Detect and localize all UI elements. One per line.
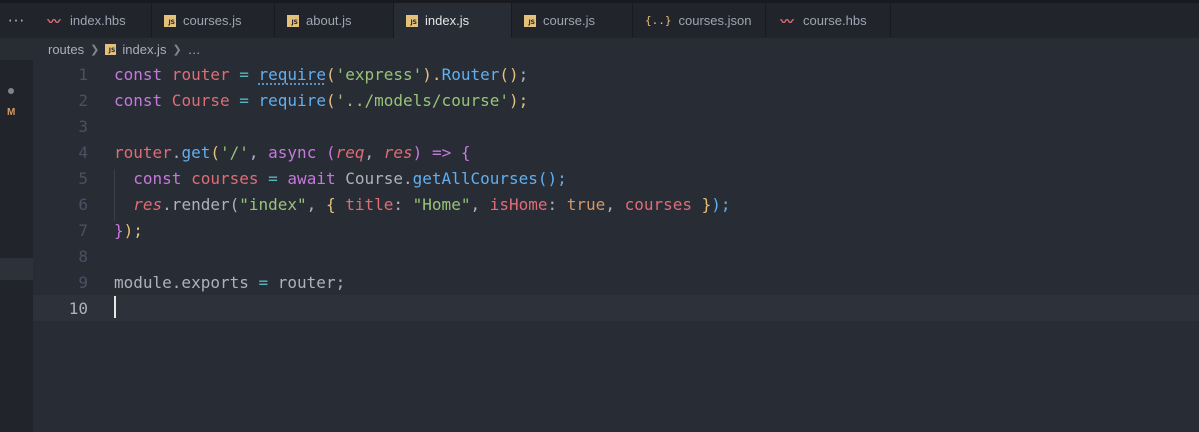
code-line[interactable]: 3	[33, 113, 1199, 139]
line-number: 3	[78, 116, 88, 136]
handlebars-icon: 〰	[47, 15, 61, 30]
breadcrumb-folder[interactable]: routes	[48, 42, 84, 57]
dot-icon	[8, 88, 14, 94]
code-line[interactable]: 1 const router = require('express').Rout…	[33, 61, 1199, 87]
line-number: 7	[78, 220, 88, 240]
line-number: 10	[68, 298, 88, 318]
js-file-icon: JS	[105, 43, 117, 55]
js-file-icon: JS	[287, 14, 299, 27]
breadcrumb-file[interactable]: index.js	[122, 42, 166, 57]
code-editor[interactable]: 1 const router = require('express').Rout…	[33, 61, 1199, 432]
code-line[interactable]: 7 });	[33, 217, 1199, 243]
js-file-icon: JS	[524, 14, 536, 27]
text-cursor	[114, 296, 116, 318]
breadcrumb: routes ❯ JS index.js ❯ …	[0, 38, 1199, 60]
line-code: module.exports = router;	[114, 272, 346, 292]
line-code: router.get('/', async (req, res) => {	[114, 142, 471, 162]
tab-course-js[interactable]: JS course.js	[512, 3, 633, 38]
tab-bar: ··· 〰 index.hbs JS courses.js JS about.j…	[0, 3, 1199, 38]
line-code: const router = require('express').Router…	[114, 64, 529, 84]
code-line[interactable]: 2 const Course = require('../models/cour…	[33, 87, 1199, 113]
tab-label: index.js	[425, 13, 470, 28]
tab-courses-js[interactable]: JS courses.js	[152, 3, 275, 38]
tab-label: about.js	[306, 13, 352, 28]
tab-bar-empty-area	[891, 3, 1199, 38]
js-file-icon: JS	[406, 14, 418, 27]
code-line[interactable]: 6 res.render("index", { title: "Home", i…	[33, 191, 1199, 217]
more-actions-icon[interactable]: ···	[0, 3, 33, 38]
tab-label: course.hbs	[803, 13, 867, 28]
tab-index-hbs[interactable]: 〰 index.hbs	[33, 3, 152, 38]
tab-label: courses.json	[678, 13, 752, 28]
code-line[interactable]: 5 const courses = await Course.getAllCou…	[33, 165, 1199, 191]
line-number: 2	[78, 90, 88, 110]
line-number: 8	[78, 246, 88, 266]
code-line[interactable]: 9 module.exports = router;	[33, 269, 1199, 295]
chevron-right-icon: ❯	[90, 43, 100, 56]
line-code: res.render("index", { title: "Home", isH…	[133, 194, 731, 214]
tab-label: courses.js	[183, 13, 242, 28]
line-number: 4	[78, 142, 88, 162]
js-file-icon: JS	[164, 14, 176, 27]
tab-about-js[interactable]: JS about.js	[275, 3, 394, 38]
tab-course-hbs[interactable]: 〰 course.hbs	[766, 3, 891, 38]
line-number: 5	[78, 168, 88, 188]
tab-courses-json[interactable]: {..} courses.json	[633, 3, 766, 38]
line-code: });	[114, 220, 143, 240]
tab-label: course.js	[543, 13, 596, 28]
chevron-right-icon: ❯	[172, 43, 182, 56]
modified-marker: M	[7, 107, 16, 118]
code-line[interactable]: 4 router.get('/', async (req, res) => {	[33, 139, 1199, 165]
line-number: 1	[78, 64, 88, 84]
line-code: const courses = await Course.getAllCours…	[114, 168, 567, 188]
json-file-icon: {..}	[645, 14, 672, 27]
left-gutter	[0, 60, 33, 432]
code-line[interactable]: 8	[33, 243, 1199, 269]
tab-index-js[interactable]: JS index.js	[394, 3, 512, 38]
handlebars-icon: 〰	[780, 15, 794, 30]
tab-label: index.hbs	[70, 13, 126, 28]
breadcrumb-symbol[interactable]: …	[188, 42, 201, 57]
line-number: 9	[78, 272, 88, 292]
line-code: const Course = require('../models/course…	[114, 90, 529, 110]
line-number: 6	[78, 194, 88, 214]
gutter-current-line	[0, 258, 33, 280]
code-line-current[interactable]: 10	[33, 295, 1199, 321]
